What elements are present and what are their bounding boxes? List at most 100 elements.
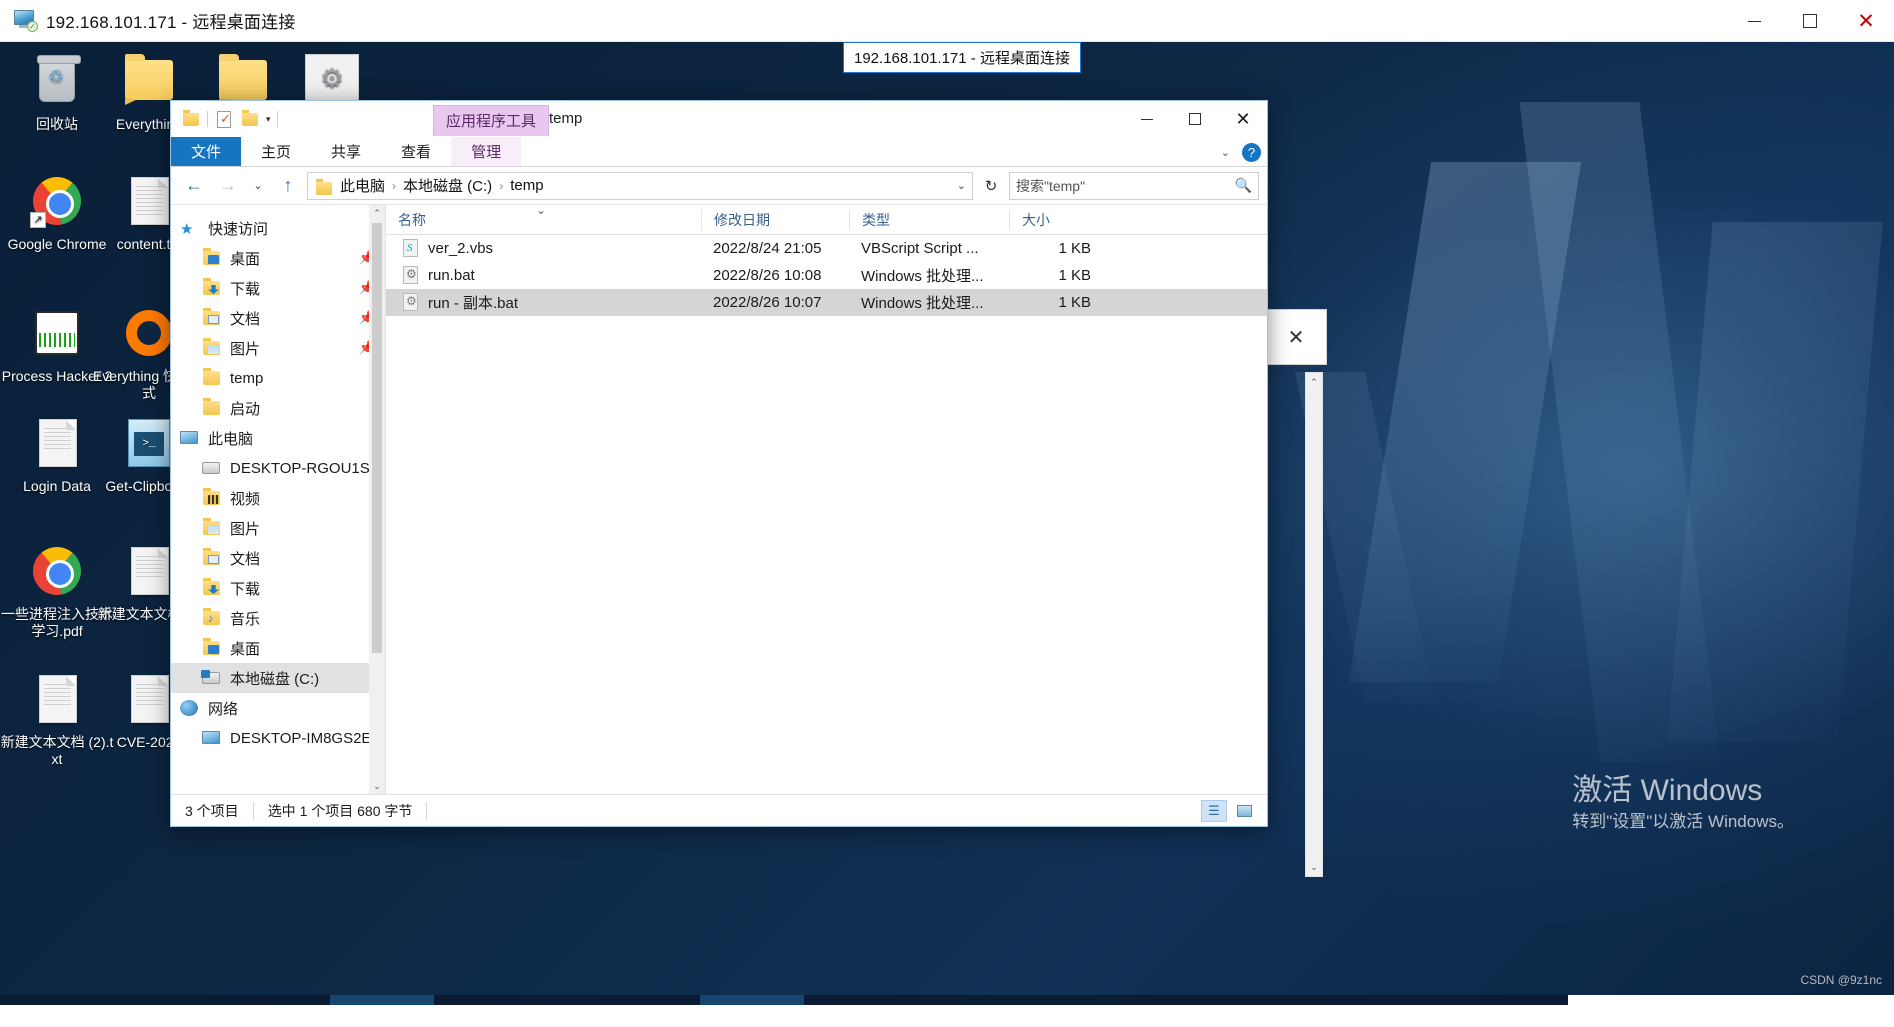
new-folder-icon[interactable] bbox=[181, 109, 201, 129]
properties-icon[interactable] bbox=[214, 109, 234, 129]
nav-item-downloads[interactable]: 下载 📌 bbox=[171, 273, 385, 303]
breadcrumb-item-local-disk[interactable]: 本地磁盘 (C:) bbox=[403, 175, 492, 196]
nav-item-label: 视频 bbox=[230, 490, 261, 508]
nav-item-downloads-pc[interactable]: 下载 bbox=[171, 573, 385, 603]
refresh-button[interactable]: ↻ bbox=[977, 172, 1005, 200]
rdp-titlebar: ✓ 192.168.101.171 - 远程桌面连接 ✕ bbox=[0, 0, 1894, 42]
nav-item-quick-access[interactable]: ★ 快速访问 bbox=[171, 213, 385, 243]
desktop-folder-icon bbox=[201, 248, 223, 268]
ribbon-tabs[interactable]: 文件 主页 共享 查看 管理 ⌄ ? bbox=[171, 137, 1267, 167]
nav-item-pictures[interactable]: 图片 📌 bbox=[171, 333, 385, 363]
nav-item-temp[interactable]: temp bbox=[171, 363, 385, 393]
tab-file[interactable]: 文件 bbox=[171, 137, 242, 166]
close-icon[interactable]: ✕ bbox=[1288, 325, 1305, 350]
up-button[interactable]: ↑ bbox=[273, 171, 303, 201]
address-bar-row[interactable]: ← → ⌄ ↑ 此电脑 › 本地磁盘 (C:) › temp ⌄ ↻ 搜索"te… bbox=[171, 167, 1267, 205]
file-date: 2022/8/26 10:08 bbox=[713, 267, 822, 284]
table-row[interactable]: run.bat 2022/8/26 10:08 Windows 批处理... 1… bbox=[386, 262, 1267, 289]
quick-access-toolbar[interactable]: ▾ bbox=[181, 109, 278, 129]
scroll-up-arrow-icon[interactable]: ⌃ bbox=[369, 205, 385, 221]
breadcrumb-separator-icon: › bbox=[392, 178, 397, 193]
scrollbar-thumb[interactable] bbox=[372, 223, 382, 653]
file-explorer-window[interactable]: ▾ 应用程序工具 temp ✕ 文件 主页 共享 查看 管理 ⌄ ? ← bbox=[170, 100, 1268, 827]
nav-item-videos[interactable]: 视频 bbox=[171, 483, 385, 513]
scroll-up-arrow-icon[interactable]: ⌃ bbox=[1306, 373, 1322, 391]
tab-view[interactable]: 查看 bbox=[381, 137, 451, 166]
nav-item-desktop-pc[interactable]: 桌面 bbox=[171, 633, 385, 663]
rdp-close-button[interactable]: ✕ bbox=[1838, 0, 1894, 42]
breadcrumb[interactable]: 此电脑 › 本地磁盘 (C:) › temp ⌄ bbox=[307, 171, 973, 200]
nav-item-documents[interactable]: 文档 📌 bbox=[171, 303, 385, 333]
customize-caret-icon[interactable]: ▾ bbox=[266, 114, 271, 125]
column-header-size[interactable]: 大小 bbox=[1009, 210, 1109, 230]
rdp-maximize-button[interactable] bbox=[1782, 0, 1838, 42]
navigation-pane[interactable]: ★ 快速访问 桌面 📌 下载 📌 文档 📌 图片 📌 temp 启动 此电脑 D… bbox=[171, 205, 386, 794]
ribbon-right-controls[interactable]: ⌄ ? bbox=[1221, 137, 1261, 167]
nav-item-label: 网络 bbox=[208, 700, 239, 718]
breadcrumb-item-temp[interactable]: temp bbox=[510, 177, 543, 194]
column-header-type[interactable]: 类型 bbox=[849, 210, 1009, 230]
nav-item-music[interactable]: ♪ 音乐 bbox=[171, 603, 385, 633]
nav-item-network[interactable]: 网络 bbox=[171, 693, 385, 723]
scroll-down-arrow-icon[interactable]: ⌄ bbox=[369, 778, 385, 794]
folder-icon[interactable] bbox=[240, 109, 260, 129]
nav-item-documents-pc[interactable]: 文档 bbox=[171, 543, 385, 573]
expand-ribbon-chevron-icon[interactable]: ⌄ bbox=[1221, 146, 1230, 159]
remote-desktop-icon: ✓ bbox=[14, 9, 38, 32]
nav-item-this-pc[interactable]: 此电脑 bbox=[171, 423, 385, 453]
text-file-icon bbox=[28, 670, 86, 728]
nav-item-pictures-pc[interactable]: 图片 bbox=[171, 513, 385, 543]
chrome-icon: ↗ bbox=[28, 172, 86, 230]
nav-item-label: 启动 bbox=[230, 400, 261, 418]
text-file-icon bbox=[28, 414, 86, 472]
nav-item-label: 此电脑 bbox=[208, 430, 254, 448]
rdp-minimize-button[interactable] bbox=[1726, 0, 1782, 42]
explorer-window-controls: ✕ bbox=[1123, 101, 1267, 137]
file-name-cell[interactable]: ver_2.vbs bbox=[386, 239, 701, 258]
file-list-view[interactable]: ⌄ 名称 修改日期 类型 大小 ver_2.vbs 2022/8/24 21:0… bbox=[386, 203, 1267, 794]
recent-locations-button[interactable]: ⌄ bbox=[247, 171, 269, 201]
explorer-minimize-button[interactable] bbox=[1123, 101, 1171, 137]
file-name-cell[interactable]: run - 副本.bat bbox=[386, 292, 701, 313]
documents-folder-icon bbox=[201, 548, 223, 568]
explorer-maximize-button[interactable] bbox=[1171, 101, 1219, 137]
tab-home[interactable]: 主页 bbox=[241, 137, 311, 166]
table-row[interactable]: ver_2.vbs 2022/8/24 21:05 VBScript Scrip… bbox=[386, 235, 1267, 262]
nav-item-startup[interactable]: 启动 bbox=[171, 393, 385, 423]
column-header-date[interactable]: 修改日期 bbox=[701, 210, 849, 230]
nav-item-local-disk-c[interactable]: 本地磁盘 (C:) bbox=[171, 663, 385, 693]
scroll-down-arrow-icon[interactable]: ⌄ bbox=[1306, 858, 1322, 876]
nav-item-desktop[interactable]: 桌面 📌 bbox=[171, 243, 385, 273]
search-input[interactable]: 搜索"temp" 🔍 bbox=[1009, 171, 1259, 200]
tab-share[interactable]: 共享 bbox=[311, 137, 381, 166]
right-panel-scrollbar[interactable]: ⌃ ⌄ bbox=[1305, 372, 1323, 877]
videos-folder-icon bbox=[201, 488, 223, 508]
search-icon[interactable]: 🔍 bbox=[1235, 177, 1252, 194]
nav-item-label: 图片 bbox=[230, 520, 261, 538]
folder-icon bbox=[314, 178, 332, 195]
forward-button[interactable]: → bbox=[213, 171, 243, 201]
help-icon[interactable]: ? bbox=[1242, 142, 1261, 162]
table-row[interactable]: run - 副本.bat 2022/8/26 10:07 Windows 批处理… bbox=[386, 289, 1267, 316]
activation-subtitle: 转到"设置"以激活 Windows。 bbox=[1572, 812, 1794, 831]
search-input-value[interactable]: 搜索"temp" bbox=[1016, 176, 1085, 196]
address-dropdown-icon[interactable]: ⌄ bbox=[957, 179, 966, 192]
file-name-cell[interactable]: run.bat bbox=[386, 266, 701, 285]
nav-item-desktop-im8gs2e[interactable]: DESKTOP-IM8GS2E bbox=[171, 723, 385, 753]
breadcrumb-item-this-pc[interactable]: 此电脑 bbox=[340, 175, 385, 196]
contextual-tab-group-label: 应用程序工具 bbox=[433, 105, 550, 136]
large-icons-view-button[interactable] bbox=[1231, 800, 1257, 822]
details-view-button[interactable]: ☰ bbox=[1201, 799, 1227, 822]
shortcut-arrow-icon: ↗ bbox=[30, 212, 46, 228]
back-button[interactable]: ← bbox=[179, 171, 209, 201]
file-list-header[interactable]: 名称 修改日期 类型 大小 bbox=[386, 205, 1267, 235]
bottom-strip bbox=[0, 995, 1894, 1027]
tab-manage[interactable]: 管理 bbox=[451, 137, 522, 166]
view-mode-buttons[interactable]: ☰ bbox=[1201, 799, 1257, 822]
popup-close-panel[interactable]: ✕ bbox=[1265, 309, 1327, 365]
navigation-pane-scrollbar[interactable]: ⌃ ⌄ bbox=[369, 205, 385, 794]
file-rows[interactable]: ver_2.vbs 2022/8/24 21:05 VBScript Scrip… bbox=[386, 235, 1267, 794]
nav-item-desktop-rgou1su[interactable]: DESKTOP-RGOU1SU bbox=[171, 453, 385, 483]
collapse-chevron-icon[interactable]: ⌄ bbox=[536, 203, 546, 217]
explorer-close-button[interactable]: ✕ bbox=[1219, 101, 1267, 137]
